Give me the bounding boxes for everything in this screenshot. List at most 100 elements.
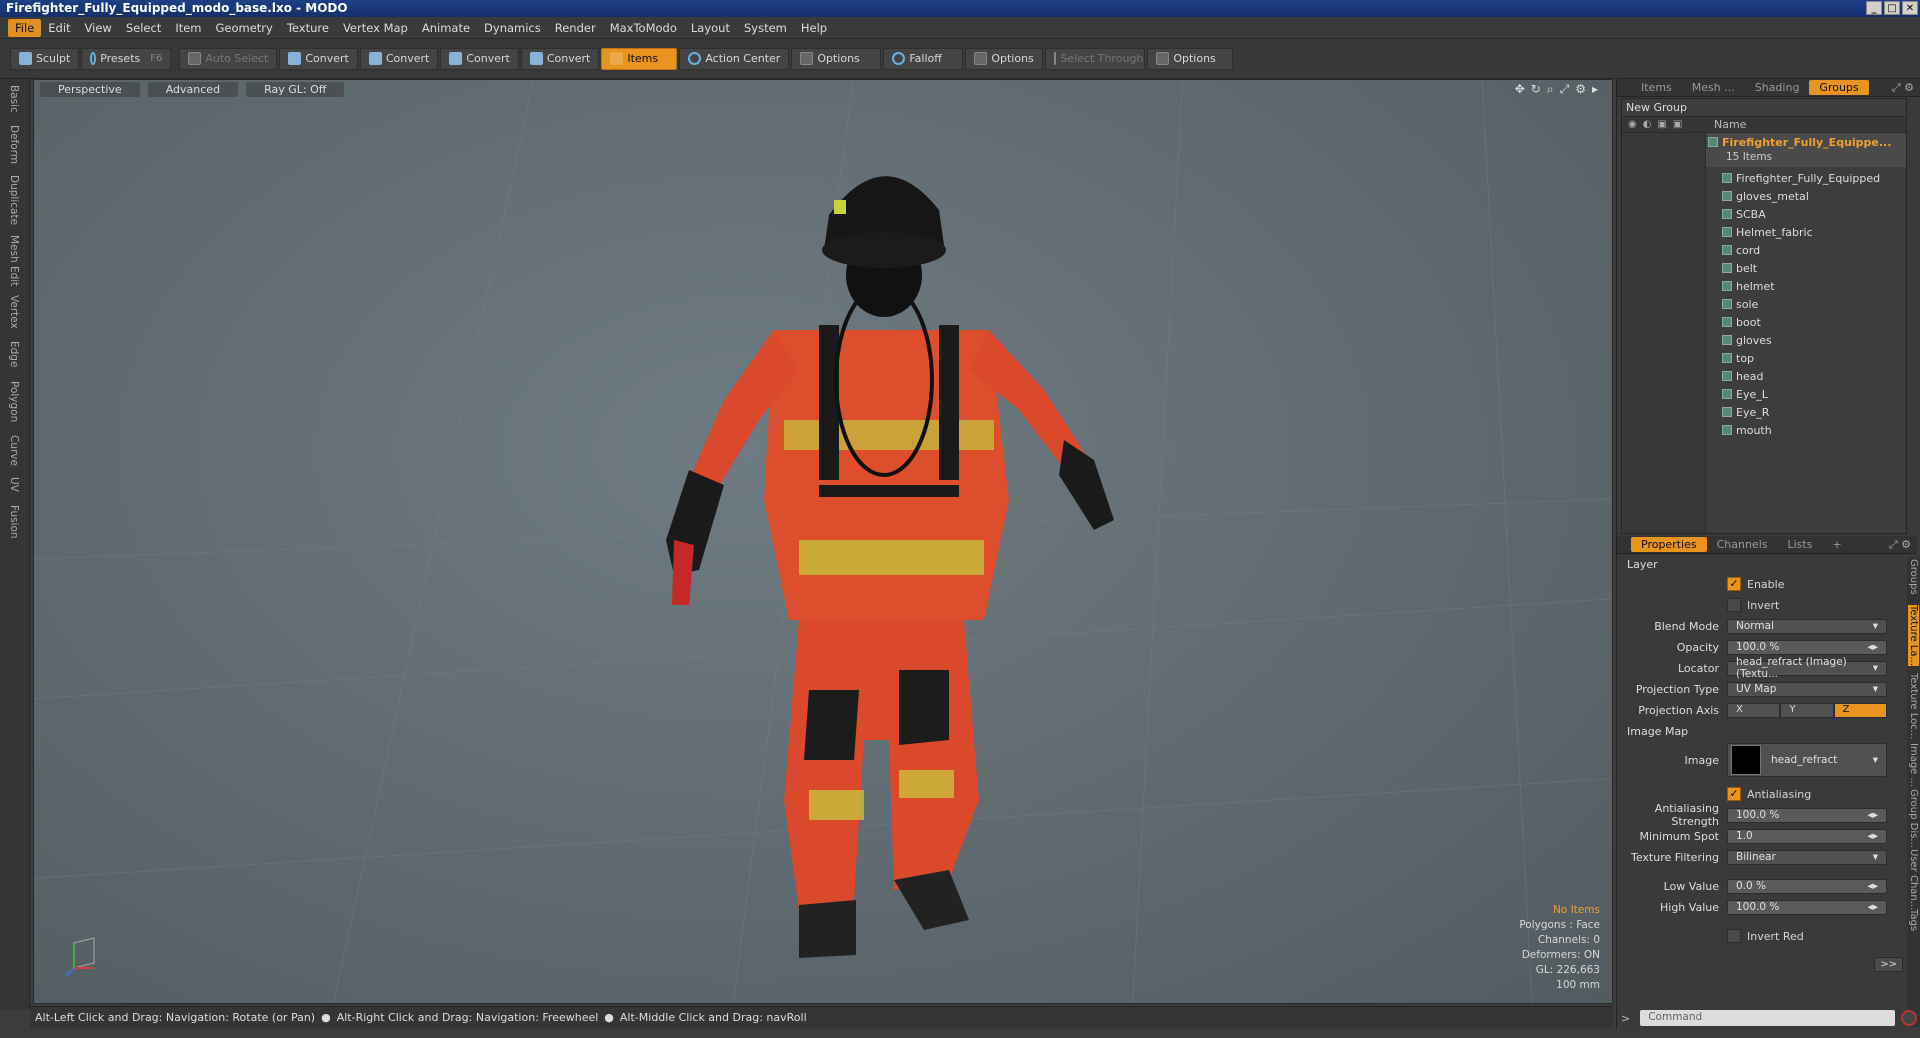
blend-mode-dropdown[interactable]: Normal ▾ — [1727, 618, 1887, 634]
minimize-button[interactable]: _ — [1866, 1, 1882, 15]
menu-edit[interactable]: Edit — [41, 19, 77, 37]
group-item[interactable]: helmet — [1722, 277, 1775, 295]
tab-groups[interactable]: Groups — [1809, 80, 1869, 95]
convert-button-2[interactable]: Convert — [359, 47, 439, 70]
view-type-dropdown[interactable]: Perspective — [40, 81, 140, 97]
menu-render[interactable]: Render — [548, 19, 603, 37]
group-item[interactable]: belt — [1722, 259, 1757, 277]
low-value-field[interactable]: 0.0 % ◂▸ — [1727, 878, 1887, 894]
menu-file[interactable]: File — [8, 18, 42, 37]
tab-curve[interactable]: Curve — [8, 435, 20, 466]
vtab-groups[interactable]: Groups — [1908, 559, 1919, 595]
options-button-3[interactable]: Options — [1147, 47, 1234, 70]
invert-checkbox[interactable] — [1727, 598, 1741, 612]
group-item[interactable]: top — [1722, 349, 1754, 367]
command-input[interactable]: Command — [1640, 1010, 1895, 1026]
menu-system[interactable]: System — [737, 19, 794, 37]
expand-more-button[interactable]: >> — [1874, 956, 1903, 972]
3d-viewport[interactable]: Perspective Advanced Ray GL: Off ✥ ↻ ⌕ ⤢… — [33, 79, 1613, 1004]
select-through-button[interactable]: Select Through — [1045, 47, 1146, 70]
record-macro-icon[interactable] — [1901, 1010, 1917, 1026]
vtab-image[interactable]: Image ... — [1908, 743, 1919, 787]
menu-layout[interactable]: Layout — [684, 19, 737, 37]
tab-polygon[interactable]: Polygon — [8, 381, 20, 422]
viewport-menu-icon[interactable]: ▸ — [1592, 82, 1598, 97]
fit-view-icon[interactable]: ⤢ — [1560, 82, 1570, 97]
tab-lists[interactable]: Lists — [1778, 537, 1823, 552]
items-mode-button[interactable]: Items — [601, 47, 678, 70]
convert-button-1[interactable]: Convert — [279, 47, 358, 70]
group-item[interactable]: gloves — [1722, 331, 1772, 349]
tab-channels[interactable]: Channels — [1707, 537, 1778, 552]
vtab-tags[interactable]: Tags — [1908, 909, 1919, 931]
panel-expand-icon[interactable]: ⤢ ⚙ — [1879, 537, 1917, 553]
group-item[interactable]: Firefighter_Fully_Equipped — [1722, 169, 1880, 187]
menu-geometry[interactable]: Geometry — [209, 19, 280, 37]
group-item[interactable]: head — [1722, 367, 1763, 385]
axis-y-button[interactable]: Y — [1780, 702, 1834, 718]
invert-red-checkbox[interactable] — [1727, 929, 1741, 943]
visibility-icon[interactable]: ◉ — [1628, 119, 1637, 130]
vtab-user-channels[interactable]: User Chan... — [1908, 849, 1919, 910]
image-selector[interactable]: head_refract ▾ — [1727, 743, 1887, 777]
tab-vertex[interactable]: Vertex — [8, 295, 20, 329]
axis-z-button[interactable]: Z — [1833, 702, 1887, 718]
menu-dynamics[interactable]: Dynamics — [477, 19, 548, 37]
raygl-toggle[interactable]: Ray GL: Off — [246, 81, 345, 97]
high-value-field[interactable]: 100.0 % ◂▸ — [1727, 899, 1887, 915]
sculpt-button[interactable]: Sculpt — [10, 47, 80, 70]
maximize-button[interactable]: □ — [1884, 1, 1900, 15]
enable-checkbox[interactable]: ✓ — [1727, 577, 1741, 591]
axis-x-button[interactable]: X — [1727, 702, 1781, 718]
rotate-view-icon[interactable]: ↻ — [1531, 82, 1541, 97]
menu-animate[interactable]: Animate — [415, 19, 477, 37]
viewport-settings-icon[interactable]: ⚙ — [1575, 82, 1586, 97]
menu-view[interactable]: View — [78, 19, 119, 37]
zoom-view-icon[interactable]: ⌕ — [1547, 82, 1554, 97]
group-item[interactable]: boot — [1722, 313, 1761, 331]
tab-properties[interactable]: Properties — [1631, 537, 1707, 552]
tab-uv[interactable]: UV — [8, 477, 20, 492]
convert-button-3[interactable]: Convert — [440, 47, 519, 70]
close-button[interactable]: ✕ — [1902, 1, 1918, 15]
menu-select[interactable]: Select — [119, 19, 168, 37]
group-item[interactable]: gloves_metal — [1722, 187, 1809, 205]
tab-edge[interactable]: Edge — [8, 341, 20, 367]
menu-item[interactable]: Item — [168, 19, 208, 37]
group-item[interactable]: cord — [1722, 241, 1760, 259]
tab-add[interactable]: + — [1822, 537, 1851, 552]
shading-dropdown[interactable]: Advanced — [147, 81, 239, 97]
min-spot-field[interactable]: 1.0 ◂▸ — [1727, 828, 1887, 844]
tab-mesh[interactable]: Mesh ... — [1682, 80, 1745, 95]
group-item[interactable]: Eye_L — [1722, 385, 1768, 403]
group-item[interactable]: sole — [1722, 295, 1758, 313]
menu-help[interactable]: Help — [794, 19, 834, 37]
convert-button-4[interactable]: Convert — [520, 47, 600, 70]
auto-select-button[interactable]: Auto Select — [179, 47, 278, 70]
options-button-2[interactable]: Options — [965, 47, 1044, 70]
tab-deform[interactable]: Deform — [8, 125, 20, 164]
group-item[interactable]: mouth — [1722, 421, 1772, 439]
vtab-group-display[interactable]: Group Dis... — [1908, 789, 1919, 848]
presets-button[interactable]: Presets F6 — [81, 47, 172, 70]
projection-type-dropdown[interactable]: UV Map ▾ — [1727, 681, 1887, 697]
group-item[interactable]: SCBA — [1722, 205, 1766, 223]
render-icon[interactable]: ◐ — [1643, 119, 1652, 130]
antialiasing-checkbox[interactable]: ✓ — [1727, 787, 1741, 801]
select-icon[interactable]: ▣ — [1673, 119, 1682, 130]
lock-icon[interactable]: ▣ — [1657, 119, 1666, 130]
group-item[interactable]: Eye_R — [1722, 403, 1769, 421]
tab-items[interactable]: Items — [1631, 80, 1682, 95]
menu-vertex-map[interactable]: Vertex Map — [336, 19, 415, 37]
tab-mesh-edit[interactable]: Mesh Edit — [8, 235, 20, 286]
tab-fusion[interactable]: Fusion — [8, 505, 20, 539]
tab-duplicate[interactable]: Duplicate — [8, 175, 20, 225]
action-center-button[interactable]: Action Center — [679, 47, 790, 70]
new-group-button[interactable]: New Group — [1622, 99, 1906, 117]
opacity-field[interactable]: 100.0 % ◂▸ — [1727, 639, 1887, 655]
falloff-button[interactable]: Falloff — [883, 47, 964, 70]
group-item[interactable]: Helmet_fabric — [1722, 223, 1813, 241]
menu-maxtomodo[interactable]: MaxToModo — [603, 19, 684, 37]
tab-shading[interactable]: Shading — [1745, 80, 1810, 95]
vtab-texture-locator[interactable]: Texture Loc... — [1908, 673, 1919, 739]
